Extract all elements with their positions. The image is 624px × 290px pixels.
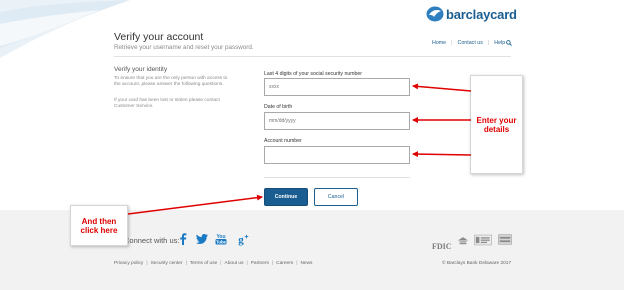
svg-text:g: g [238, 234, 244, 246]
svg-text:+: + [244, 234, 248, 241]
arrow-to-account [412, 151, 472, 158]
nav-separator: | [487, 40, 490, 46]
arrow-to-ssn [412, 83, 472, 92]
contact-link[interactable]: Contact us [458, 40, 483, 46]
google-plus-icon[interactable]: g + [235, 232, 249, 246]
header-decoration [0, 0, 130, 58]
page-title: Verify your account [114, 31, 204, 43]
page-subtitle: Retrieve your username and reset your pa… [114, 44, 254, 51]
twitter-icon[interactable] [195, 232, 209, 246]
ssn-label: Last 4 digits of your social security nu… [264, 71, 363, 77]
facebook-icon[interactable] [176, 232, 190, 246]
footer-separator: | [220, 261, 222, 266]
equal-housing-icon [457, 237, 469, 245]
footer-separator: | [296, 261, 298, 266]
account-number-input[interactable] [264, 146, 410, 164]
form-divider [264, 177, 410, 178]
identity-title: Verify your identity [114, 66, 168, 73]
terms-of-use-link[interactable]: Terms of use [190, 261, 217, 266]
partners-link[interactable]: Partners [251, 261, 269, 266]
ssn-input[interactable] [264, 78, 410, 96]
eagle-icon [426, 6, 444, 22]
about-us-link[interactable]: About us [225, 261, 244, 266]
enter-details-callout: Enter your details [470, 75, 523, 174]
bbb-accredited-icon [474, 234, 492, 246]
click-here-text: And then click here [80, 216, 118, 235]
home-link[interactable]: Home [432, 40, 446, 46]
youtube-icon[interactable]: You Tube [214, 232, 228, 246]
news-link[interactable]: News [300, 261, 312, 266]
logo-text: barclaycard [446, 6, 517, 22]
footer-separator: | [146, 261, 148, 266]
footer-separator: | [246, 261, 248, 266]
top-nav: Home | Contact us | Help [432, 40, 512, 46]
barclaycard-logo[interactable]: barclaycard [426, 6, 517, 22]
identity-description: To ensure that you are the only person w… [114, 76, 228, 87]
help-label: Help [494, 40, 506, 46]
connect-label: Connect with us: [124, 236, 180, 245]
fdic-text: FDIC [432, 242, 452, 251]
careers-link[interactable]: Careers [276, 261, 293, 266]
lost-card-notice: If your card has been lost or stolen ple… [114, 98, 220, 109]
account-number-label: Account number [264, 138, 302, 144]
security-seal-icon [498, 234, 512, 245]
privacy-policy-link[interactable]: Privacy policy [114, 261, 143, 266]
click-here-callout: And then click here [70, 205, 128, 246]
cancel-button[interactable]: Cancel [314, 188, 358, 206]
footer-separator: | [185, 261, 187, 266]
footer-links: Privacy policy | Security center | Terms… [114, 261, 312, 266]
security-center-link[interactable]: Security center [151, 261, 183, 266]
search-icon [506, 40, 512, 46]
help-link[interactable]: Help [494, 40, 512, 46]
continue-button[interactable]: Continue [264, 188, 308, 206]
dob-input[interactable] [264, 112, 410, 130]
footer-separator: | [271, 261, 274, 266]
enter-details-text: Enter your details [476, 115, 517, 134]
dob-label: Date of birth [264, 104, 293, 110]
svg-text:Tube: Tube [216, 239, 226, 244]
nav-separator: | [451, 40, 453, 46]
copyright: © Barclays Bank Delaware 2017 [442, 261, 512, 266]
divider [114, 56, 511, 57]
fdic-logo: FDIC [432, 236, 452, 254]
